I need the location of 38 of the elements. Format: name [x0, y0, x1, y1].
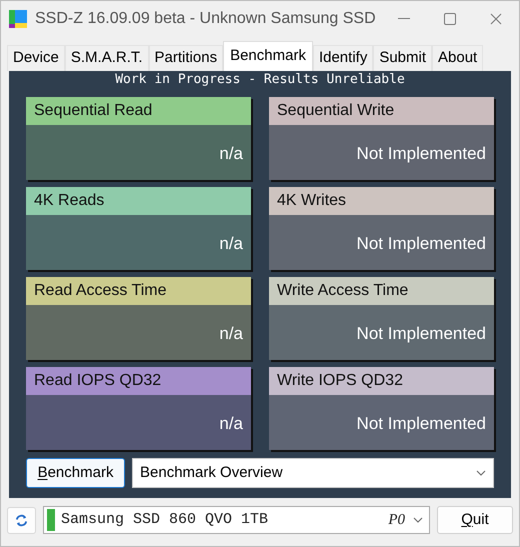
tile-value: Not Implemented [356, 142, 486, 165]
app-logo-icon [9, 10, 27, 28]
tile-title: Write Access Time [269, 277, 494, 305]
window-title: SSD-Z 16.09.09 beta - Unknown Samsung SSD [35, 9, 376, 29]
tab[interactable]: S.M.A.R.T. [64, 45, 149, 71]
tab[interactable]: Partitions [148, 45, 224, 71]
refresh-button[interactable] [7, 506, 36, 534]
tab[interactable]: Submit [373, 45, 432, 71]
tab[interactable]: Identify [312, 45, 374, 71]
tile-title: Read IOPS QD32 [26, 367, 251, 395]
maximize-icon [444, 13, 456, 25]
tile-title: Write IOPS QD32 [269, 367, 494, 395]
tile-value: n/a [219, 322, 243, 345]
benchmark-button[interactable]: Benchmark [26, 458, 125, 488]
tile-value: n/a [219, 142, 243, 165]
tab[interactable]: About [432, 45, 484, 71]
minimize-icon [398, 18, 410, 20]
refresh-icon [15, 514, 28, 526]
quit-button[interactable]: Quit [437, 506, 513, 534]
view-dropdown[interactable]: Benchmark Overview [132, 458, 494, 488]
tile-value: Not Implemented [356, 412, 486, 435]
tile-value: n/a [219, 232, 243, 255]
tile-title: Read Access Time [26, 277, 251, 305]
chevron-down-icon [413, 517, 423, 523]
tile-value: n/a [219, 412, 243, 435]
tile-title: 4K Reads [26, 187, 251, 215]
tile-title: Sequential Read [26, 97, 251, 125]
tile-value: Not Implemented [356, 232, 486, 255]
tab[interactable]: Benchmark [223, 41, 313, 71]
drive-dropdown[interactable]: Samsung SSD 860 QVO 1TB P0 [43, 506, 430, 534]
warning-text: Work in Progress - Results Unreliable [114, 71, 406, 89]
port-label: P0 [388, 510, 405, 530]
tile-title: Sequential Write [269, 97, 494, 125]
tile-title: 4K Writes [269, 187, 494, 215]
tile-value: Not Implemented [356, 322, 486, 345]
chevron-down-icon [476, 470, 486, 476]
tab[interactable]: Device [7, 45, 65, 71]
close-icon [490, 13, 502, 25]
